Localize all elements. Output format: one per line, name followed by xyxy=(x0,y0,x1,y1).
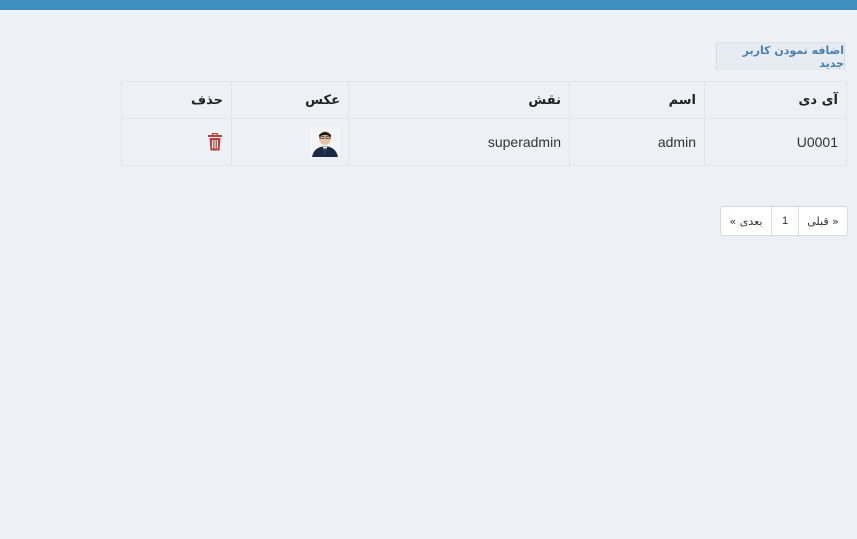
column-header-photo: عکس xyxy=(231,81,349,119)
users-table: آی دی اسم نقش عکس حذف U0001 admin supera… xyxy=(121,81,847,166)
cell-user-role: superadmin xyxy=(348,118,570,166)
cell-user-photo xyxy=(231,118,349,166)
pagination-prev[interactable]: « قبلی xyxy=(798,207,847,235)
column-header-name: اسم xyxy=(569,81,705,119)
column-header-id: آی دی xyxy=(704,81,847,119)
pagination-page-1[interactable]: 1 xyxy=(771,207,798,235)
table-row: U0001 admin superadmin xyxy=(121,118,847,166)
cell-user-name: admin xyxy=(569,118,705,166)
pagination-next[interactable]: بعدی » xyxy=(721,207,771,235)
column-header-role: نقش xyxy=(348,81,570,119)
user-photo xyxy=(310,127,340,157)
cell-user-id: U0001 xyxy=(704,118,847,166)
column-header-delete: حذف xyxy=(121,81,232,119)
top-header-bar xyxy=(0,0,857,10)
cell-delete xyxy=(121,118,232,166)
table-header-row: آی دی اسم نقش عکس حذف xyxy=(121,81,847,119)
add-user-button[interactable]: اضافه نمودن کاربر جدید xyxy=(716,42,845,70)
trash-icon[interactable] xyxy=(207,133,223,151)
pagination: « قبلی 1 بعدی » xyxy=(720,206,848,236)
